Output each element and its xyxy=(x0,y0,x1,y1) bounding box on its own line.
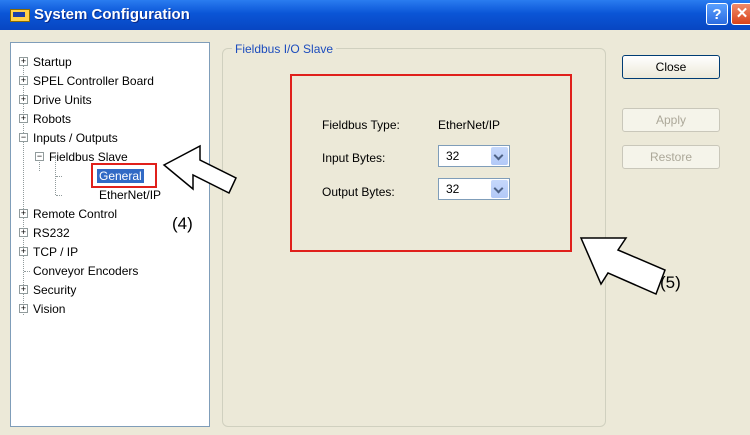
input-bytes-select[interactable]: 32 xyxy=(438,145,510,167)
collapse-icon[interactable]: − xyxy=(19,133,28,142)
tree-item-label: RS232 xyxy=(33,226,70,240)
expand-icon[interactable]: + xyxy=(19,76,28,85)
tree-item-label: Startup xyxy=(33,55,72,69)
collapse-icon[interactable]: − xyxy=(35,152,44,161)
chevron-down-icon[interactable] xyxy=(491,147,508,165)
expand-icon[interactable]: + xyxy=(19,95,28,104)
expand-icon[interactable]: + xyxy=(19,285,28,294)
tree-item-ethernet-ip[interactable]: EtherNet/IP xyxy=(99,188,161,202)
tree-item-label: Inputs / Outputs xyxy=(33,131,118,145)
tree-line xyxy=(56,195,62,196)
highlight-box-general xyxy=(91,163,157,188)
expand-icon[interactable]: + xyxy=(19,57,28,66)
tree-item-label: EtherNet/IP xyxy=(99,188,162,202)
tree-item-label: Security xyxy=(33,283,77,297)
input-bytes-value: 32 xyxy=(446,149,460,163)
app-icon xyxy=(10,9,30,22)
output-bytes-value: 32 xyxy=(446,182,460,196)
input-bytes-label: Input Bytes: xyxy=(322,151,386,165)
tree-item-conveyor-encoders[interactable]: Conveyor Encoders xyxy=(33,264,138,278)
tree-item-label: Vision xyxy=(33,302,66,316)
system-configuration-window: System Configuration ? ✕ + Startup + SPE… xyxy=(0,0,750,435)
callout-label-4: (4) xyxy=(172,214,193,233)
tree-item-label: Robots xyxy=(33,112,72,126)
fieldbus-type-label: Fieldbus Type: xyxy=(322,118,400,132)
expand-icon[interactable]: + xyxy=(19,247,28,256)
expand-icon[interactable]: + xyxy=(19,304,28,313)
tree-item-label: TCP / IP xyxy=(33,245,79,259)
restore-button[interactable]: Restore xyxy=(622,145,720,169)
output-bytes-label: Output Bytes: xyxy=(322,185,395,199)
tree-line xyxy=(24,271,30,272)
help-button[interactable]: ? xyxy=(706,3,728,25)
tree-line xyxy=(56,176,62,177)
tree-item-label: Drive Units xyxy=(33,93,92,107)
expand-icon[interactable]: + xyxy=(19,114,28,123)
configuration-tree[interactable]: + Startup + SPEL Controller Board + Driv… xyxy=(10,42,210,427)
window-title: System Configuration xyxy=(34,6,190,23)
tree-item-label: SPEL Controller Board xyxy=(33,74,154,88)
tree-item-label: Conveyor Encoders xyxy=(33,264,139,278)
expand-icon[interactable]: + xyxy=(19,209,28,218)
chevron-down-icon[interactable] xyxy=(491,180,508,198)
callout-label-5: (5) xyxy=(660,273,681,292)
fieldbus-type-value: EtherNet/IP xyxy=(438,118,501,132)
tree-item-label: Fieldbus Slave xyxy=(49,150,128,164)
group-title: Fieldbus I/O Slave xyxy=(232,42,337,56)
window-close-button[interactable]: ✕ xyxy=(731,3,750,25)
tree-item-label: Remote Control xyxy=(33,207,118,221)
output-bytes-select[interactable]: 32 xyxy=(438,178,510,200)
expand-icon[interactable]: + xyxy=(19,228,28,237)
title-bar[interactable]: System Configuration ? ✕ xyxy=(0,0,750,30)
apply-button[interactable]: Apply xyxy=(622,108,720,132)
close-button[interactable]: Close xyxy=(622,55,720,79)
